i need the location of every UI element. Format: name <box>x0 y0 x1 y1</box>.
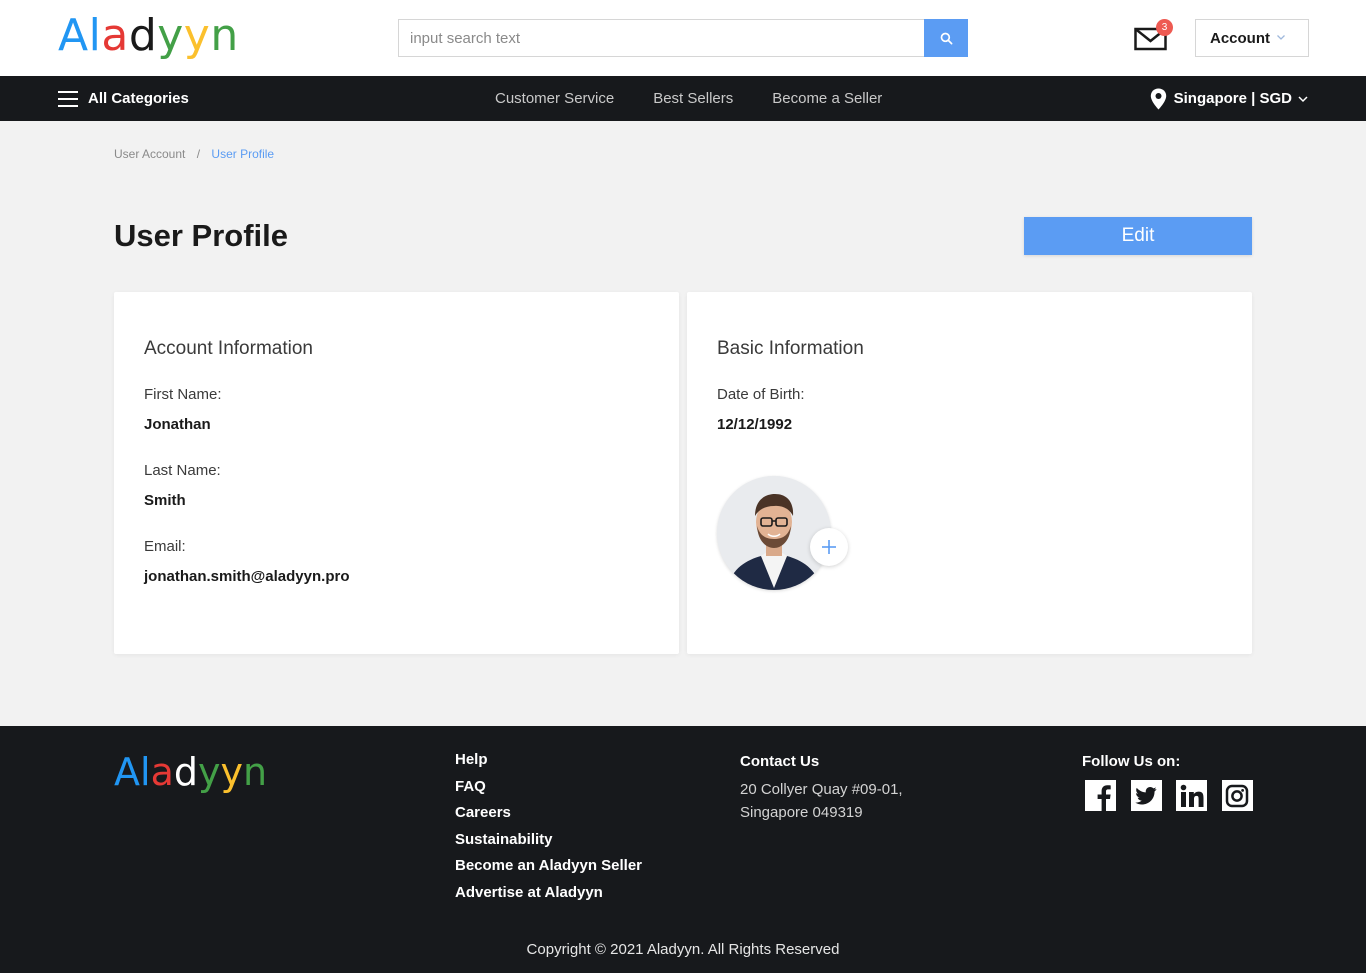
breadcrumb: User Account / User Profile <box>114 147 274 161</box>
linkedin-link[interactable] <box>1176 780 1207 811</box>
first-name-value: Jonathan <box>144 416 211 433</box>
footer-brand-logo[interactable]: Aladyyn <box>114 750 267 794</box>
first-name-label: First Name: <box>144 386 222 403</box>
logo-letter: A <box>58 10 89 61</box>
top-header: Aladyyn 3 Account <box>0 0 1366 76</box>
profile-photo <box>717 476 831 590</box>
footer-links: Help FAQ Careers Sustainability Become a… <box>455 750 642 910</box>
footer-link-help[interactable]: Help <box>455 750 642 777</box>
last-name-value: Smith <box>144 492 186 509</box>
edit-button[interactable]: Edit <box>1024 217 1252 255</box>
brand-logo[interactable]: Aladyyn <box>58 10 239 62</box>
footer-link-sustainability[interactable]: Sustainability <box>455 830 642 857</box>
card-title: Account Information <box>144 338 313 359</box>
instagram-icon <box>1225 784 1249 807</box>
breadcrumb-user-profile[interactable]: User Profile <box>211 147 274 161</box>
all-categories-label: All Categories <box>88 90 189 107</box>
logo-letter: a <box>150 750 174 794</box>
contact-address-line: 20 Collyer Quay #09-01, <box>740 781 903 798</box>
instagram-link[interactable] <box>1221 780 1253 811</box>
site-footer: Aladyyn Help FAQ Careers Sustainability … <box>0 726 1366 973</box>
facebook-link[interactable] <box>1085 780 1116 811</box>
logo-letter: y <box>157 10 184 61</box>
linkedin-icon <box>1180 784 1203 807</box>
footer-link-advertise[interactable]: Advertise at Aladyyn <box>455 883 642 910</box>
dob-label: Date of Birth: <box>717 386 805 403</box>
region-label: Singapore | SGD <box>1173 90 1292 107</box>
search-bar <box>398 19 968 57</box>
logo-letter: a <box>101 10 129 61</box>
twitter-icon <box>1135 786 1157 805</box>
logo-letter: y <box>183 10 211 61</box>
social-links <box>1085 780 1267 811</box>
footer-link-become-seller[interactable]: Become an Aladyyn Seller <box>455 856 642 883</box>
logo-letter: l <box>88 10 102 61</box>
logo-letter: n <box>242 750 268 794</box>
plus-icon <box>822 540 836 554</box>
facebook-icon <box>1097 785 1111 811</box>
breadcrumb-user-account[interactable]: User Account <box>114 147 185 161</box>
all-categories-button[interactable]: All Categories <box>58 76 189 121</box>
hamburger-icon <box>58 90 78 107</box>
contact-address-line: Singapore 049319 <box>740 804 863 821</box>
nav-link-best-sellers[interactable]: Best Sellers <box>653 90 733 107</box>
last-name-label: Last Name: <box>144 462 221 479</box>
search-icon <box>940 32 952 44</box>
card-title: Basic Information <box>717 338 864 359</box>
chevron-down-icon <box>1277 35 1285 40</box>
add-photo-button[interactable] <box>810 528 848 566</box>
nav-links: Customer Service Best Sellers Become a S… <box>495 76 921 121</box>
dob-value: 12/12/1992 <box>717 416 793 433</box>
logo-letter: l <box>140 750 151 794</box>
avatar <box>717 476 831 590</box>
nav-link-customer-service[interactable]: Customer Service <box>495 90 614 107</box>
chevron-down-icon <box>1298 95 1308 102</box>
notification-badge: 3 <box>1156 19 1173 36</box>
logo-letter: d <box>128 10 158 61</box>
account-information-card: Account Information First Name: Jonathan… <box>114 292 679 654</box>
contact-title: Contact Us <box>740 753 820 770</box>
nav-link-become-seller[interactable]: Become a Seller <box>772 90 882 107</box>
copyright-text: Copyright © 2021 Aladyyn. All Rights Res… <box>526 941 840 958</box>
category-nav: All Categories Customer Service Best Sel… <box>0 76 1366 121</box>
region-selector[interactable]: Singapore | SGD <box>1150 76 1308 121</box>
email-value: jonathan.smith@aladyyn.pro <box>144 568 350 585</box>
logo-letter: y <box>197 750 221 794</box>
breadcrumb-separator: / <box>196 147 201 161</box>
follow-section: Follow Us on: <box>1082 753 1253 811</box>
footer-link-careers[interactable]: Careers <box>455 803 642 830</box>
logo-letter: n <box>210 10 239 61</box>
follow-title: Follow Us on: <box>1082 753 1181 770</box>
account-dropdown[interactable]: Account <box>1195 19 1309 57</box>
logo-letter: d <box>173 750 198 794</box>
basic-information-card: Basic Information Date of Birth: 12/12/1… <box>687 292 1252 654</box>
twitter-link[interactable] <box>1130 780 1162 811</box>
search-button[interactable] <box>924 19 968 57</box>
location-pin-icon <box>1150 88 1166 109</box>
messages-button[interactable]: 3 <box>1134 19 1173 54</box>
logo-letter: A <box>114 750 140 794</box>
logo-letter: y <box>220 750 243 794</box>
contact-section: Contact Us 20 Collyer Quay #09-01, Singa… <box>740 753 903 824</box>
avatar-container <box>717 476 848 592</box>
email-label: Email: <box>144 538 186 555</box>
footer-link-faq[interactable]: FAQ <box>455 777 642 804</box>
search-input[interactable] <box>399 20 925 56</box>
page-title: User Profile <box>114 218 289 253</box>
account-label: Account <box>1210 29 1270 47</box>
